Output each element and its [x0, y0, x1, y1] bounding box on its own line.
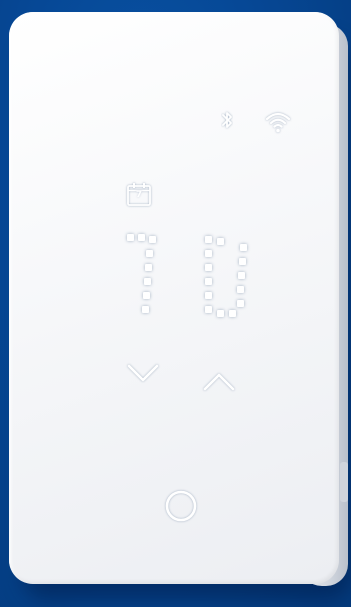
thermostat-device: 7 [9, 12, 339, 584]
chevron-up-icon[interactable] [201, 369, 241, 395]
temperature-digit-7 [127, 234, 156, 313]
calendar-day-label: 7 [135, 190, 143, 200]
bluetooth-icon [222, 112, 232, 128]
temperature-display [127, 234, 247, 317]
calendar-icon: 7 [126, 181, 152, 207]
power-icon[interactable] [161, 486, 201, 526]
chevron-down-icon[interactable] [125, 360, 165, 386]
wifi-icon [265, 112, 291, 133]
mounting-clip [340, 462, 348, 502]
temperature-digit-0 [205, 236, 247, 317]
